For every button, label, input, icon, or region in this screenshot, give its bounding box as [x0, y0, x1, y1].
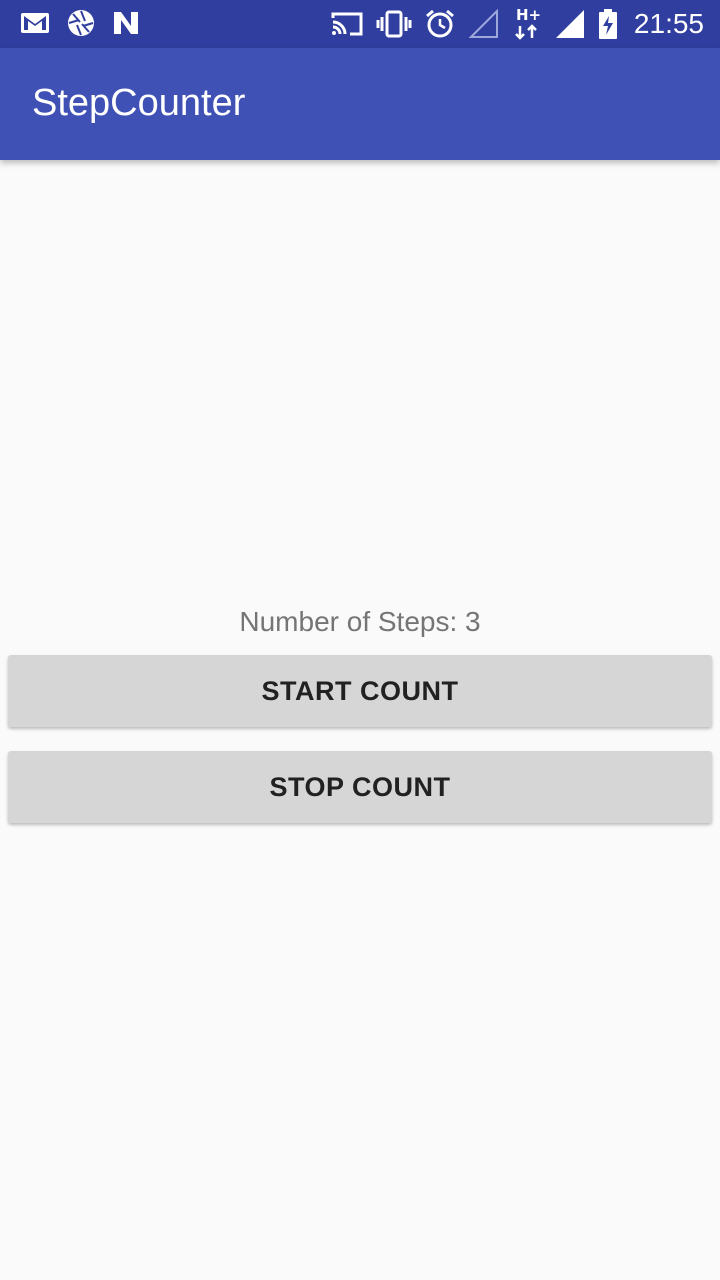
network-type-label: H+	[516, 6, 541, 24]
status-clock: 21:55	[633, 8, 704, 39]
gmail-icon	[20, 11, 50, 35]
main-content: Number of Steps: 3 START COUNT STOP COUN…	[0, 160, 720, 1280]
app-bar: StepCounter	[0, 48, 720, 160]
signal-icon	[554, 8, 586, 40]
signal-empty-icon	[468, 8, 500, 40]
status-bar: H+ 21:55	[0, 0, 720, 48]
app-title: StepCounter	[32, 82, 246, 124]
start-count-button[interactable]: START COUNT	[8, 655, 712, 727]
aperture-icon	[66, 8, 96, 38]
data-arrows-icon: H+	[512, 6, 542, 42]
vibrate-icon	[376, 10, 412, 38]
battery-charging-icon	[598, 8, 618, 40]
stop-count-button[interactable]: STOP COUNT	[8, 751, 712, 823]
step-count-text: Number of Steps: 3	[239, 606, 481, 637]
alarm-icon	[424, 8, 456, 40]
n-icon	[112, 10, 140, 36]
cast-icon	[330, 10, 364, 38]
